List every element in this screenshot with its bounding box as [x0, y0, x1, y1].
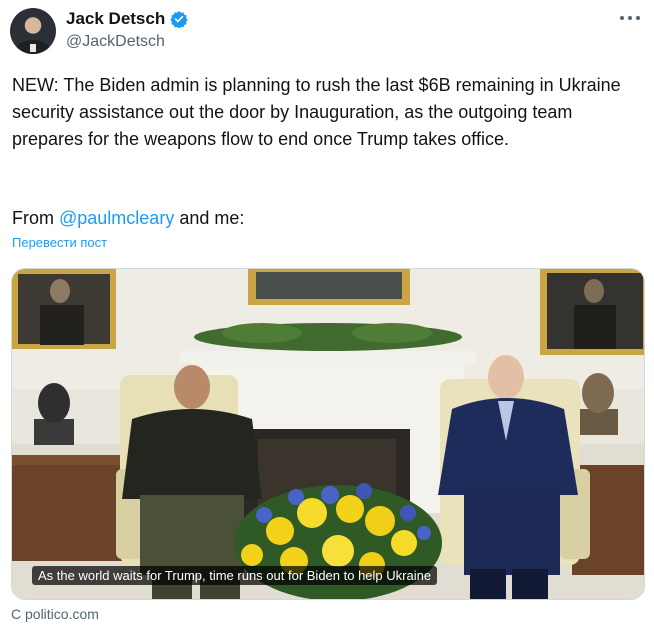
mention-link[interactable]: @paulmcleary	[59, 208, 174, 228]
more-dots-icon[interactable]	[620, 14, 640, 22]
author-name-row: Jack Detsch	[66, 9, 188, 29]
verified-badge-icon	[170, 11, 188, 28]
author-display-name[interactable]: Jack Detsch	[66, 9, 165, 29]
translate-post-link[interactable]: Перевести пост	[12, 235, 107, 250]
from-suffix: and me:	[174, 208, 245, 228]
card-photo	[12, 269, 644, 599]
card-source-domain[interactable]: C politico.com	[11, 606, 99, 622]
author-handle[interactable]: @JackDetsch	[66, 33, 165, 51]
tweet-text: NEW: The Biden admin is planning to rush…	[12, 75, 621, 149]
tweet: Jack Detsch @JackDetsch NEW: The Biden a…	[0, 0, 654, 630]
tweet-from-line: From @paulmcleary and me:	[12, 205, 244, 232]
link-card[interactable]: As the world waits for Trump, time runs …	[11, 268, 645, 600]
card-headline: As the world waits for Trump, time runs …	[32, 566, 438, 585]
from-prefix: From	[12, 208, 59, 228]
avatar[interactable]	[10, 8, 56, 54]
